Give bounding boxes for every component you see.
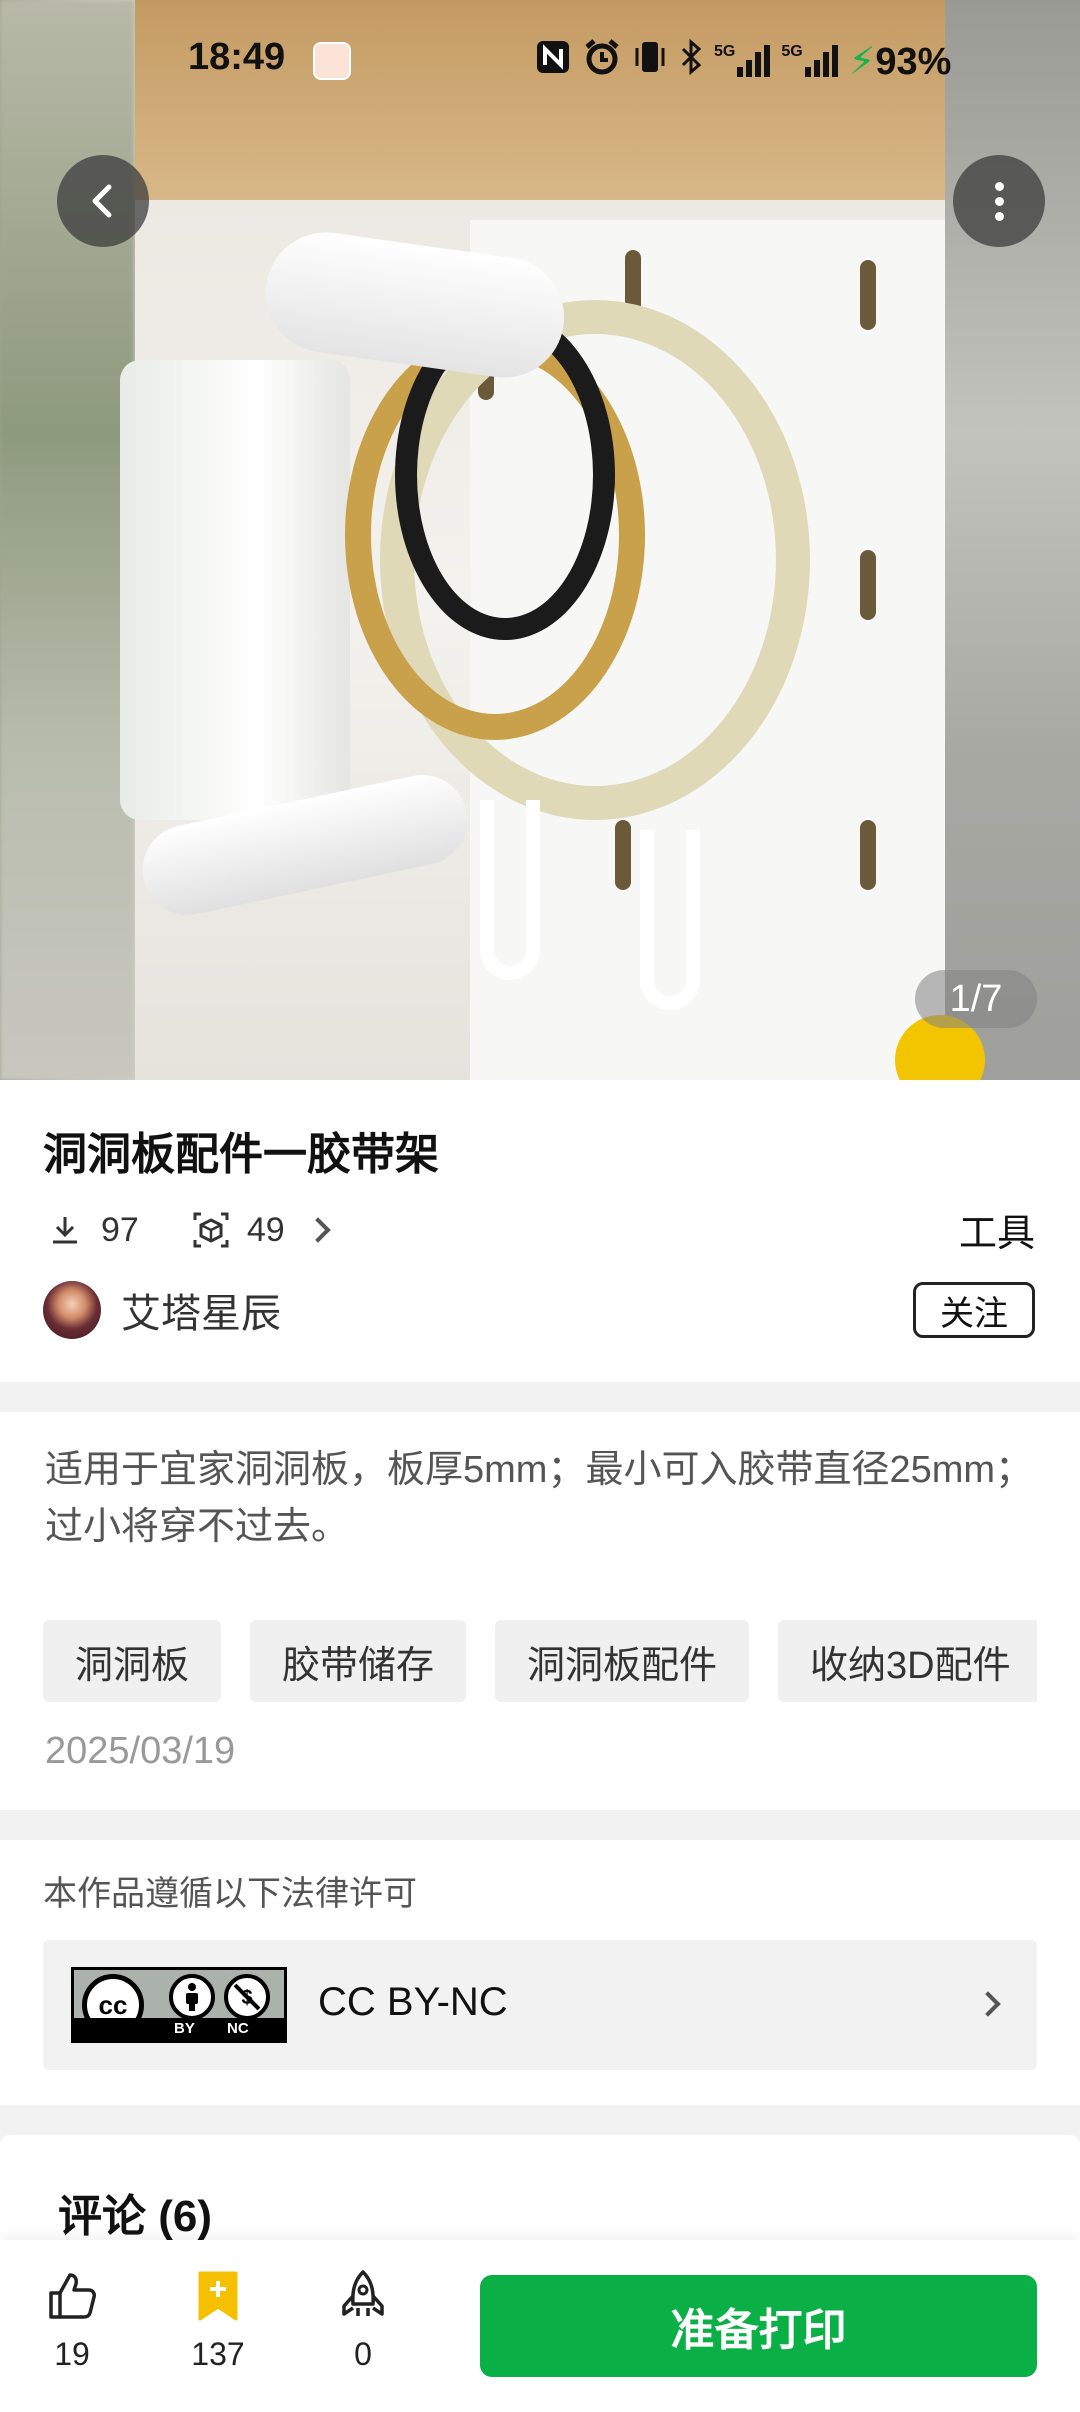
author-avatar[interactable] <box>43 1281 101 1339</box>
signal-5g-icon: 5G <box>714 43 771 79</box>
image-counter: 1/7 <box>915 970 1037 1028</box>
model-image-gallery[interactable] <box>0 0 1080 1080</box>
cc-license-badge: cc $ BY NC <box>71 1967 287 2043</box>
rocket-icon <box>308 2266 418 2326</box>
nfc-icon <box>534 38 572 85</box>
noncommercial-icon: $ <box>224 1974 270 2020</box>
photo-hook <box>480 800 540 980</box>
more-options-button[interactable] <box>953 155 1045 247</box>
license-row[interactable]: cc $ BY NC CC BY-NC <box>43 1940 1037 2070</box>
battery-percent: 93% <box>875 40 952 83</box>
follow-button[interactable]: 关注 <box>913 1282 1035 1338</box>
signal-5g-icon: 5G <box>781 43 838 79</box>
prepare-print-button[interactable]: 准备打印 <box>480 2275 1037 2377</box>
tag-chip[interactable]: 洞洞板配件 <box>495 1620 750 1702</box>
description-card: 适用于宜家洞洞板，板厚5mm；最小可入胶带直径25mm；过小将穿不过去。 洞洞板… <box>0 1412 1080 1810</box>
photo-white-tape-roll <box>120 360 350 820</box>
tag-chip[interactable]: 收纳3D配件 <box>778 1620 1037 1702</box>
status-icons: 5G 5G ⚡93% <box>534 36 951 86</box>
boost-button[interactable]: 0 <box>308 2266 418 2373</box>
status-bar: 18:49 5G 5G ⚡93% <box>0 0 1080 120</box>
tag-list: 洞洞板 胶带储存 洞洞板配件 收纳3D配件 <box>43 1620 1037 1702</box>
chevron-right-icon <box>304 1217 331 1243</box>
category-label[interactable]: 工具 <box>959 1202 1035 1257</box>
battery-indicator: ⚡93% <box>849 39 952 84</box>
publish-date: 2025/03/19 <box>45 1730 236 1772</box>
status-time: 18:49 <box>188 36 286 78</box>
author-row[interactable]: 艾塔星辰 <box>43 1280 281 1340</box>
chevron-left-icon <box>92 184 112 218</box>
download-icon <box>43 1208 87 1252</box>
license-card: 本作品遵循以下法律许可 cc $ BY NC CC BY-NC <box>0 1840 1080 2105</box>
print-count: 49 <box>246 1210 285 1249</box>
more-vertical-icon <box>994 181 1004 221</box>
model-stats[interactable]: 97 49 <box>43 1205 331 1255</box>
charging-icon: ⚡ <box>848 40 876 83</box>
like-count: 19 <box>54 2336 90 2372</box>
favorite-button[interactable]: 137 <box>163 2266 273 2373</box>
back-button[interactable] <box>57 155 149 247</box>
signal-label: 5G <box>714 43 736 60</box>
chevron-right-icon <box>975 1991 1001 2017</box>
bluetooth-icon <box>678 38 704 85</box>
status-avatar-icon <box>313 42 351 80</box>
bookmark-add-icon <box>163 2266 273 2326</box>
cc-badge-strip: BY NC <box>74 2018 284 2040</box>
tag-chip[interactable]: 胶带储存 <box>250 1620 467 1702</box>
like-button[interactable]: 19 <box>17 2266 127 2373</box>
vibrate-icon <box>632 38 668 85</box>
cc-badge-by: BY <box>174 2020 195 2037</box>
signal-label: 5G <box>781 43 803 60</box>
cc-badge-nc: NC <box>227 2020 249 2037</box>
photo-hook <box>640 830 700 1010</box>
thumbs-up-icon <box>17 2266 127 2326</box>
boost-count: 0 <box>354 2336 372 2372</box>
license-heading: 本作品遵循以下法律许可 <box>43 1875 417 1913</box>
comments-title: 评论 (6) <box>58 2192 212 2241</box>
alarm-icon <box>582 37 622 86</box>
model-title: 洞洞板配件一胶带架 <box>43 1130 439 1179</box>
bottom-action-bar: 19 137 0 准备打印 <box>0 2240 1080 2412</box>
attribution-icon <box>169 1974 215 2020</box>
tag-chip[interactable]: 洞洞板 <box>43 1620 222 1702</box>
model-description: 适用于宜家洞洞板，板厚5mm；最小可入胶带直径25mm；过小将穿不过去。 <box>45 1449 1034 1548</box>
download-count: 97 <box>101 1210 139 1249</box>
3d-print-icon <box>189 1208 233 1252</box>
author-name[interactable]: 艾塔星辰 <box>121 1281 281 1339</box>
model-info-card: 洞洞板配件一胶带架 97 49 工具 艾塔星辰 关注 <box>0 1080 1080 1382</box>
license-name: CC BY-NC <box>318 1980 508 2024</box>
screen: { "status_bar": { "time": "18:49", "sign… <box>0 0 1080 2412</box>
favorite-count: 137 <box>191 2336 245 2372</box>
